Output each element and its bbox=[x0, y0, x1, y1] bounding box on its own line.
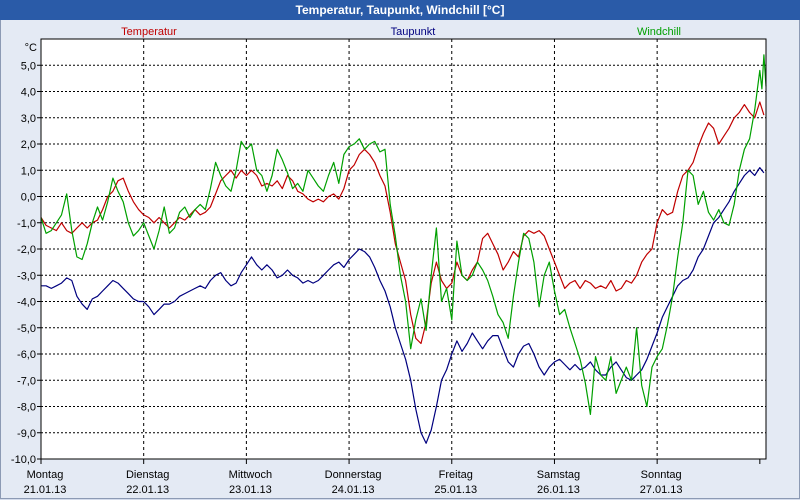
x-tick-label-date: 21.01.13 bbox=[24, 484, 67, 496]
temperature-chart: -10,0 -9,0 -8,0 -7,0 -6,0 -5,0 -4,0 -3,0 -2,0 -1,… bbox=[11, 26, 767, 496]
y-axis-unit-label: °C bbox=[25, 42, 37, 54]
y-tick-label: 3,0 bbox=[21, 113, 36, 125]
x-axis: Montag 21.01.13 Dienstag 22.01.13 Mittwoch 23… bbox=[24, 459, 761, 496]
chart-frame: -10,0 -9,0 -8,0 -7,0 -6,0 -5,0 -4,0 -3,0 -2,0 -1,… bbox=[0, 20, 800, 499]
x-tick-label-day: Donnerstag bbox=[325, 469, 382, 481]
y-tick-label: -7,0 bbox=[17, 375, 36, 387]
x-tick-label-date: 25.01.13 bbox=[434, 484, 477, 496]
x-tick-label-day: Dienstag bbox=[126, 469, 169, 481]
legend-item-temperatur: Temperatur bbox=[121, 26, 177, 38]
y-tick-label: 1,0 bbox=[21, 165, 36, 177]
window-title: Temperatur, Taupunkt, Windchill [°C] bbox=[0, 0, 800, 20]
x-tick-label-day: Samstag bbox=[537, 469, 580, 481]
y-tick-label: 2,0 bbox=[21, 139, 36, 151]
y-tick-label: -1,0 bbox=[17, 218, 36, 230]
x-tick-label-date: 27.01.13 bbox=[640, 484, 683, 496]
y-tick-label: -4,0 bbox=[17, 297, 36, 309]
y-tick-label: 5,0 bbox=[21, 60, 36, 72]
y-tick-label: -3,0 bbox=[17, 270, 36, 282]
x-tick-label-day: Sonntag bbox=[641, 469, 682, 481]
legend: Temperatur Taupunkt Windchill bbox=[121, 26, 681, 38]
y-axis: -10,0 -9,0 -8,0 -7,0 -6,0 -5,0 -4,0 -3,0 -2,0 -1,… bbox=[11, 42, 41, 466]
x-tick-label-day: Montag bbox=[27, 469, 64, 481]
y-tick-label: -2,0 bbox=[17, 244, 36, 256]
x-tick-label-date: 22.01.13 bbox=[126, 484, 169, 496]
grid-layer bbox=[41, 39, 766, 460]
x-tick-label-day: Mittwoch bbox=[229, 469, 272, 481]
x-tick-label-day: Freitag bbox=[439, 469, 473, 481]
y-tick-label: -5,0 bbox=[17, 323, 36, 335]
legend-item-windchill: Windchill bbox=[637, 26, 681, 38]
y-tick-label: -9,0 bbox=[17, 428, 36, 440]
x-tick-label-date: 23.01.13 bbox=[229, 484, 272, 496]
y-tick-label: -10,0 bbox=[11, 454, 36, 466]
y-tick-label: 0,0 bbox=[21, 192, 36, 204]
legend-item-taupunkt: Taupunkt bbox=[391, 26, 436, 38]
y-tick-label: 4,0 bbox=[21, 87, 36, 99]
y-tick-label: -6,0 bbox=[17, 349, 36, 361]
x-tick-label-date: 26.01.13 bbox=[537, 484, 580, 496]
y-tick-label: -8,0 bbox=[17, 402, 36, 414]
x-tick-label-date: 24.01.13 bbox=[332, 484, 375, 496]
